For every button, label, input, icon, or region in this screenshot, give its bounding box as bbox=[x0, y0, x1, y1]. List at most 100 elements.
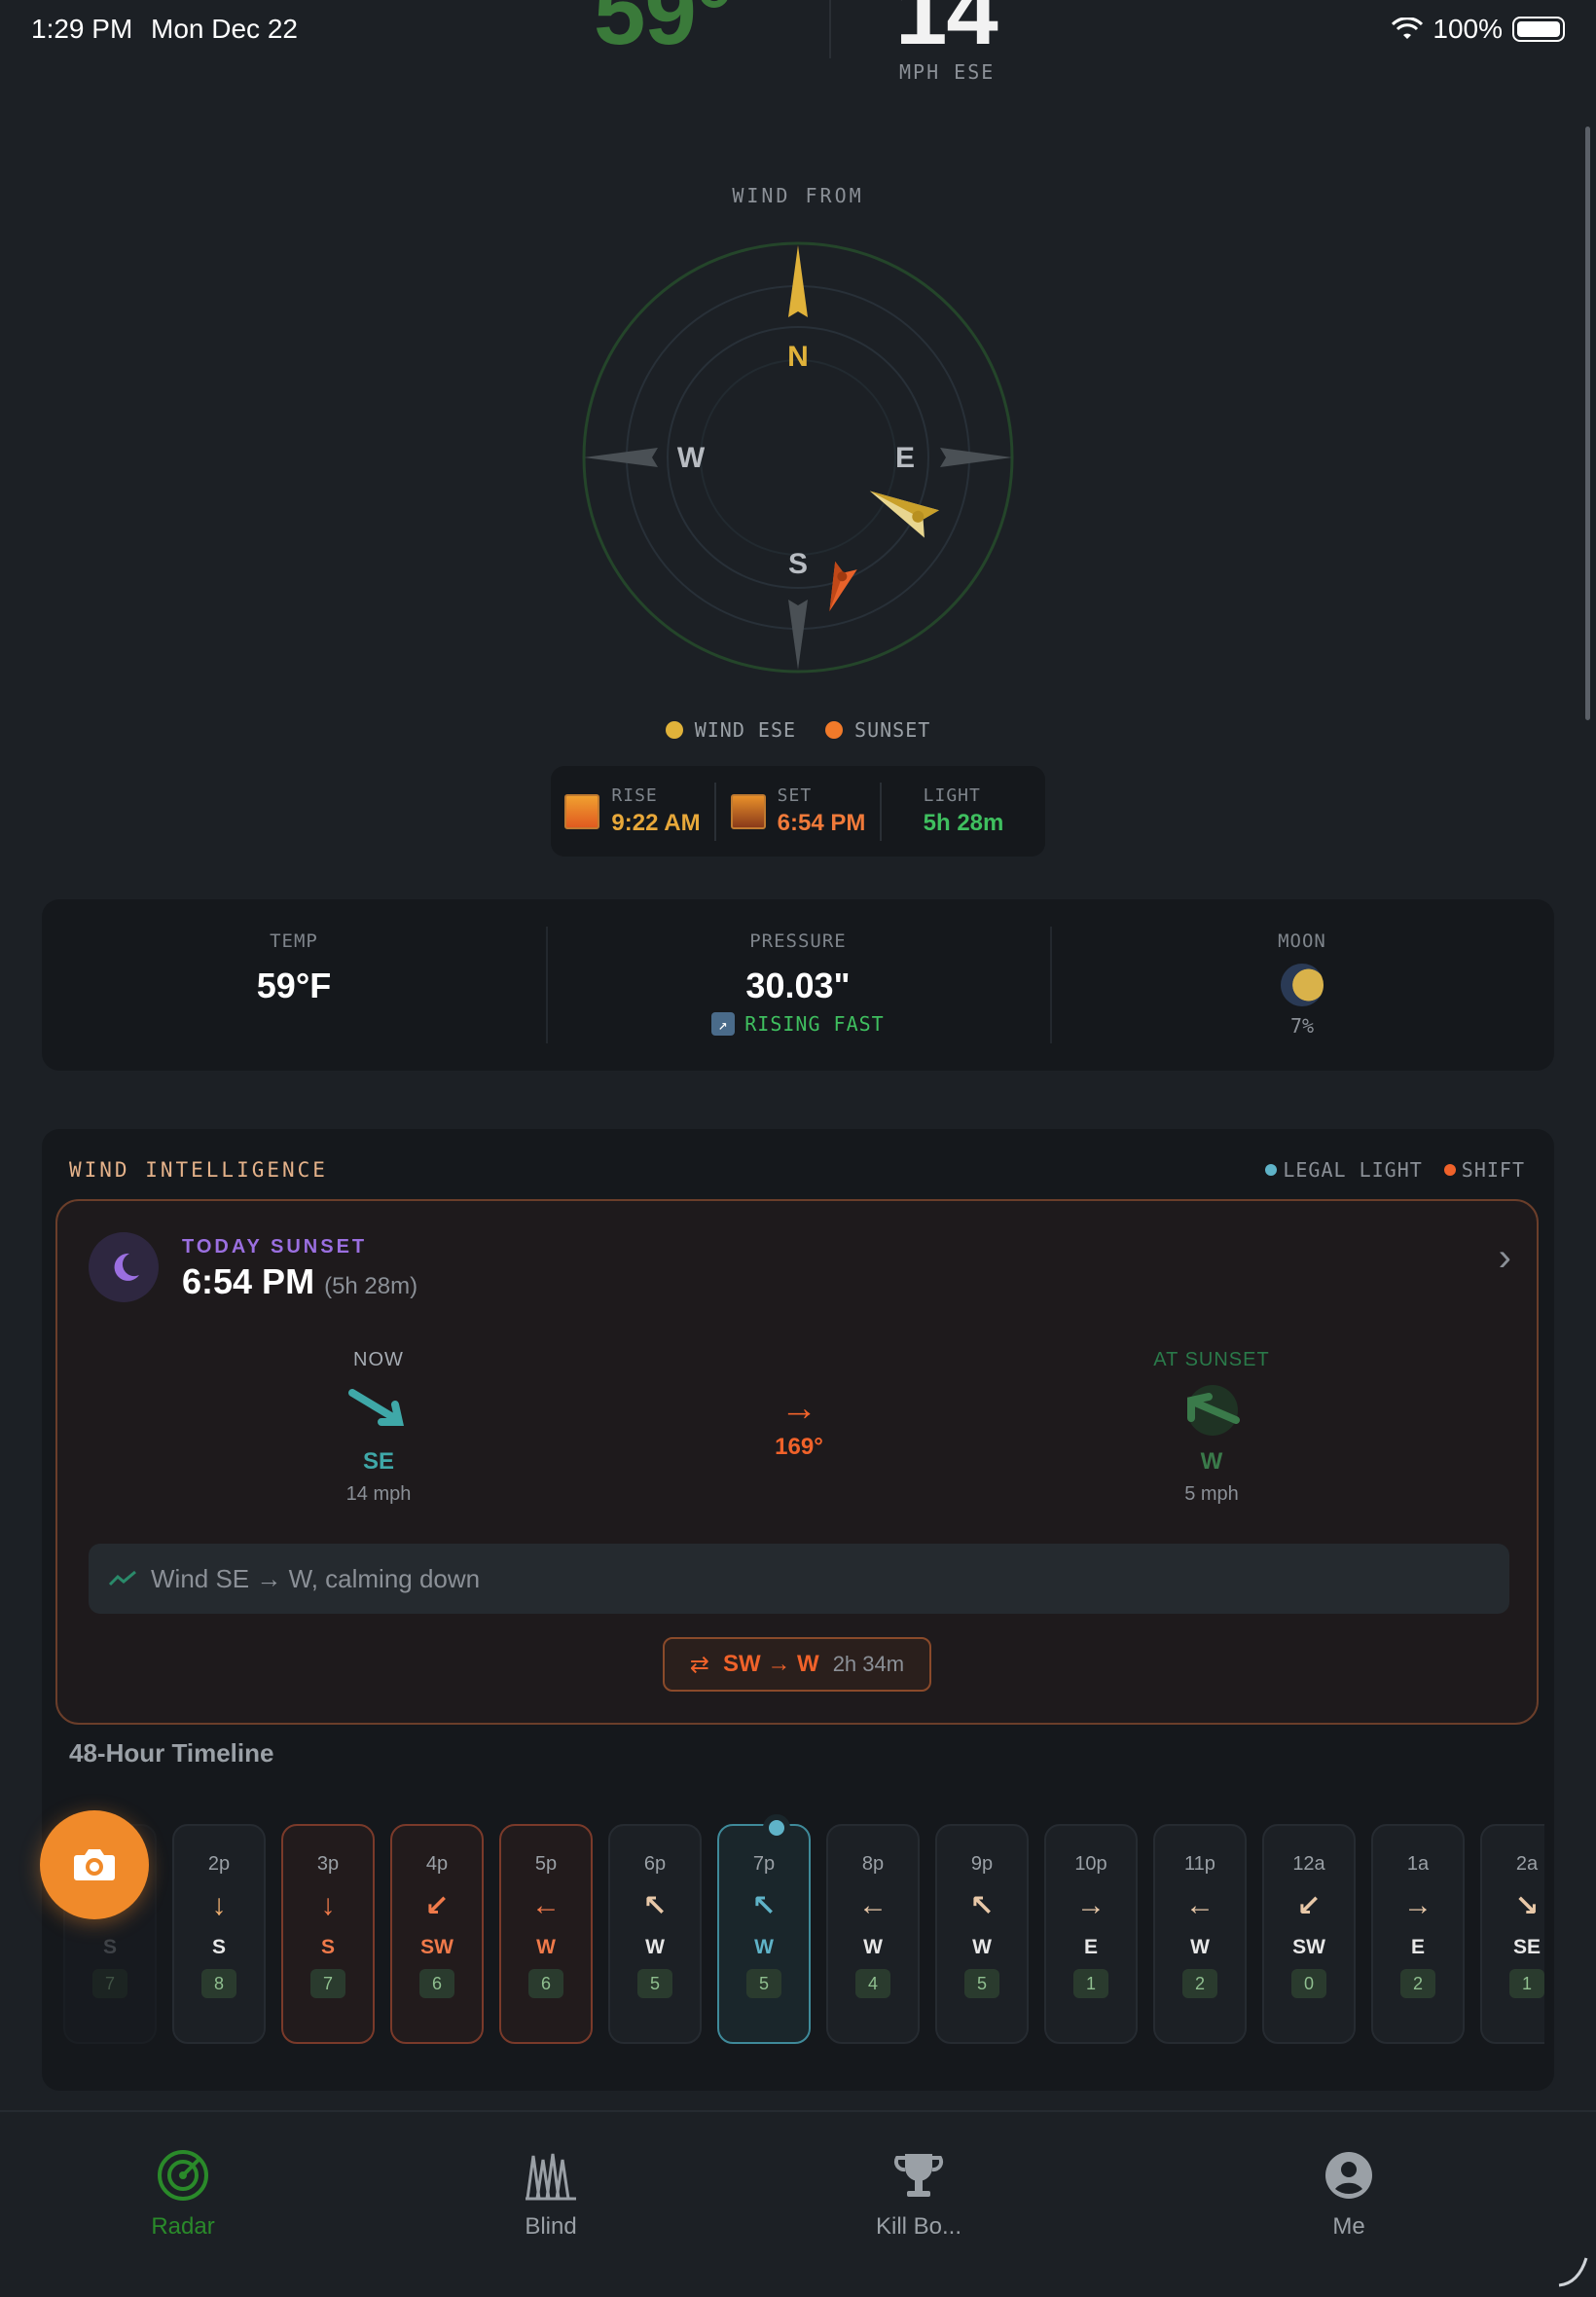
timeline-hour-card[interactable]: 3p ↓ S 7 bbox=[281, 1824, 375, 2044]
hour-wind-arrow-icon: ← bbox=[1185, 1889, 1215, 1921]
today-sunset-label: TODAY SUNSET bbox=[182, 1236, 368, 1258]
hour-speed-badge: 5 bbox=[746, 1969, 781, 1998]
compass-legend: WIND ESE SUNSET bbox=[0, 718, 1596, 742]
hour-speed-badge: 1 bbox=[1509, 1969, 1544, 1998]
timeline-hour-card[interactable]: 11p ← W 2 bbox=[1153, 1824, 1247, 2044]
wind-intel-legend: LEGAL LIGHT SHIFT bbox=[1265, 1158, 1525, 1182]
hour-wind-arrow-icon: ← bbox=[531, 1889, 561, 1921]
at-sunset-column: AT SUNSET W 5 mph bbox=[1114, 1349, 1309, 1506]
hour-speed-badge: 6 bbox=[528, 1969, 563, 1998]
scrollbar[interactable] bbox=[1585, 127, 1590, 720]
change-degrees: 169° bbox=[775, 1434, 823, 1460]
hour-speed-badge: 8 bbox=[201, 1969, 236, 1998]
timeline-hour-card[interactable]: 10p → E 1 bbox=[1044, 1824, 1138, 2044]
shift-label: SHIFT bbox=[1461, 1158, 1525, 1182]
battery-icon bbox=[1512, 17, 1565, 42]
hour-time: 5p bbox=[534, 1853, 558, 1875]
shift-text: SW → W bbox=[723, 1651, 819, 1677]
timeline-hour-card[interactable]: 1a → E 2 bbox=[1371, 1824, 1465, 2044]
timeline-hour-card[interactable]: 2a ↘ SE 1 bbox=[1480, 1824, 1544, 2044]
moon-stat: MOON 7% bbox=[1050, 899, 1554, 1071]
timeline-hour-card[interactable]: 5p ← W 6 bbox=[499, 1824, 593, 2044]
wind-dot-icon bbox=[665, 721, 683, 739]
east-pointer bbox=[940, 448, 1012, 467]
hour-wind-arrow-icon: ↓ bbox=[211, 1889, 227, 1921]
radar-icon bbox=[158, 2150, 208, 2201]
now-label: NOW bbox=[353, 1349, 404, 1370]
status-bar: 1:29 PM Mon Dec 22 100% bbox=[0, 0, 1596, 62]
at-sunset-label: AT SUNSET bbox=[1153, 1349, 1270, 1370]
hour-direction: E bbox=[1410, 1936, 1425, 1958]
wind-summary-text: Wind SE → W, calming down bbox=[151, 1563, 481, 1593]
light-label: LIGHT bbox=[923, 785, 981, 806]
hour-wind-arrow-icon: ← bbox=[858, 1889, 888, 1921]
chevron-right-icon[interactable]: › bbox=[1499, 1236, 1511, 1280]
person-icon bbox=[1325, 2152, 1372, 2199]
tab-blind[interactable]: Blind bbox=[453, 2147, 648, 2241]
sunset-icon bbox=[730, 793, 766, 829]
tab-radar[interactable]: Radar bbox=[86, 2147, 280, 2241]
tab-radar-label: Radar bbox=[151, 2213, 215, 2240]
blind-icon bbox=[526, 2153, 576, 2201]
status-time: 1:29 PM bbox=[31, 14, 133, 44]
camera-button[interactable] bbox=[40, 1810, 149, 1919]
change-arrow-icon: → bbox=[780, 1388, 817, 1429]
tab-kill-book-label: Kill Bo... bbox=[875, 2213, 962, 2240]
hour-direction: S bbox=[320, 1936, 335, 1958]
pressure-trend-label: RISING FAST bbox=[744, 1012, 885, 1036]
wifi-icon bbox=[1392, 18, 1424, 39]
timeline-hour-card[interactable]: 8p ← W 4 bbox=[826, 1824, 920, 2044]
tab-me[interactable]: Me bbox=[1251, 2147, 1446, 2241]
sunset-direction: W bbox=[1200, 1448, 1223, 1475]
timeline-title: 48-Hour Timeline bbox=[69, 1738, 274, 1768]
hour-time: 7p bbox=[752, 1853, 776, 1875]
sunset-speed: 5 mph bbox=[1184, 1483, 1239, 1505]
hour-direction: W bbox=[536, 1936, 556, 1958]
pressure-value: 30.03" bbox=[745, 966, 851, 1005]
pressure-label: PRESSURE bbox=[749, 930, 847, 952]
moon-label: MOON bbox=[1278, 930, 1326, 952]
hour-time: 9p bbox=[970, 1853, 994, 1875]
north-pointer bbox=[788, 245, 808, 317]
wind-intel-title: WIND INTELLIGENCE bbox=[69, 1158, 328, 1182]
tab-kill-book[interactable]: Kill Bo... bbox=[821, 2147, 1016, 2241]
pressure-trend: ↗ RISING FAST bbox=[546, 1012, 1050, 1036]
hour-speed-badge: 2 bbox=[1400, 1969, 1435, 1998]
legal-light-label: LEGAL LIGHT bbox=[1283, 1158, 1423, 1182]
timeline-hour-card[interactable]: 6p ↖ W 5 bbox=[608, 1824, 702, 2044]
sunset-cell: SET 6:54 PM bbox=[714, 782, 880, 841]
wind-shift-pill[interactable]: ⇄ SW → W 2h 34m bbox=[663, 1637, 931, 1692]
hour-speed-badge: 0 bbox=[1291, 1969, 1326, 1998]
compass-n: N bbox=[787, 341, 809, 373]
hour-time: 1a bbox=[1406, 1853, 1430, 1875]
legend-sunset-label: SUNSET bbox=[854, 718, 931, 742]
sunset-wind-arrow-icon bbox=[1187, 1385, 1240, 1436]
timeline-hour-card[interactable]: 4p ↙ SW 6 bbox=[390, 1824, 484, 2044]
timeline-hour-card[interactable]: 9p ↖ W 5 bbox=[935, 1824, 1029, 2044]
hour-wind-arrow-icon: ↖ bbox=[969, 1890, 995, 1922]
sunset-remaining: (5h 28m) bbox=[324, 1273, 418, 1299]
timeline-hour-card[interactable]: 12a ↙ SW 0 bbox=[1262, 1824, 1356, 2044]
south-pointer bbox=[788, 600, 808, 670]
timeline-hour-card[interactable]: 2p ↓ S 8 bbox=[172, 1824, 266, 2044]
legend-sunset: SUNSET bbox=[825, 718, 930, 742]
hour-direction: W bbox=[754, 1936, 774, 1958]
hour-direction: W bbox=[1190, 1936, 1210, 1958]
sunrise-label: RISE bbox=[611, 785, 658, 806]
hour-direction: SW bbox=[1292, 1936, 1325, 1958]
west-pointer bbox=[584, 448, 658, 467]
hour-direction: SW bbox=[420, 1936, 453, 1958]
hourly-timeline[interactable]: 1p↓S72p↓S83p↓S74p↙SW65p←W66p↖W57p↖W58p←W… bbox=[63, 1824, 1544, 2048]
compass-s: S bbox=[788, 548, 808, 580]
status-date: Mon Dec 22 bbox=[151, 14, 298, 44]
hour-speed-badge: 5 bbox=[964, 1969, 999, 1998]
hour-speed-badge: 7 bbox=[92, 1969, 127, 1998]
now-direction: SE bbox=[362, 1448, 394, 1475]
status-indicators: 100% bbox=[1392, 14, 1565, 45]
timeline-hour-card[interactable]: 7p ↖ W 5 bbox=[717, 1824, 811, 2044]
sunset-forecast-panel[interactable]: TODAY SUNSET 6:54 PM (5h 28m) › NOW SE 1… bbox=[55, 1199, 1539, 1725]
light-cell: LIGHT 5h 28m bbox=[880, 782, 1045, 841]
legend-wind-label: WIND ESE bbox=[694, 718, 797, 742]
hour-speed-badge: 6 bbox=[419, 1969, 454, 1998]
sun-times-strip: RISE 9:22 AM SET 6:54 PM LIGHT 5h 28m bbox=[551, 766, 1045, 857]
